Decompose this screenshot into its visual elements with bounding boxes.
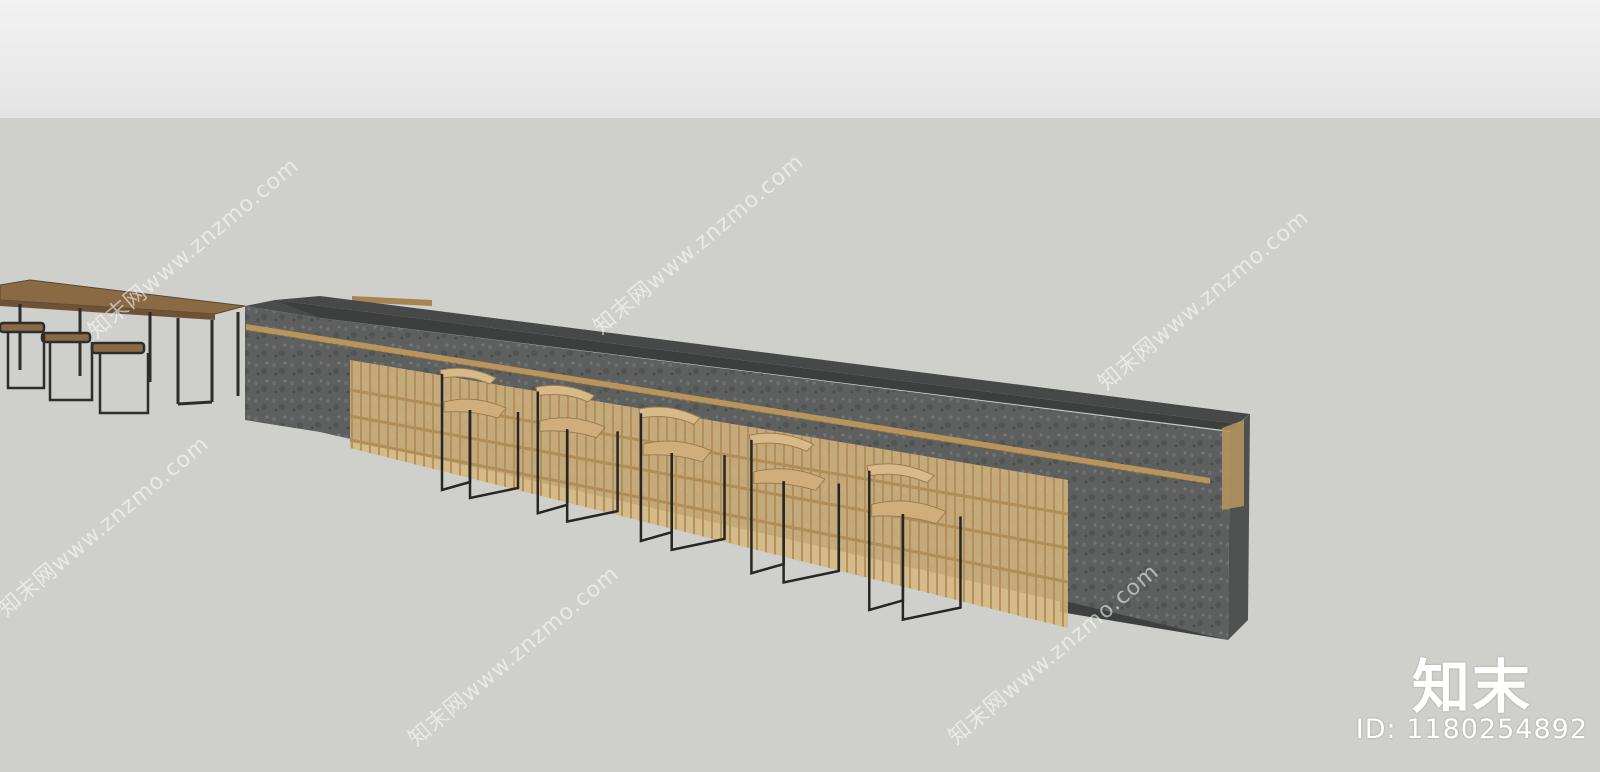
bar-counter-scene: MENHUGHAG OU (0, 279, 1250, 640)
brand-logo: 知末 (1411, 653, 1532, 721)
bar-stool-left (0, 321, 146, 355)
image-id-label: ID: 1180254892 (1355, 714, 1588, 745)
